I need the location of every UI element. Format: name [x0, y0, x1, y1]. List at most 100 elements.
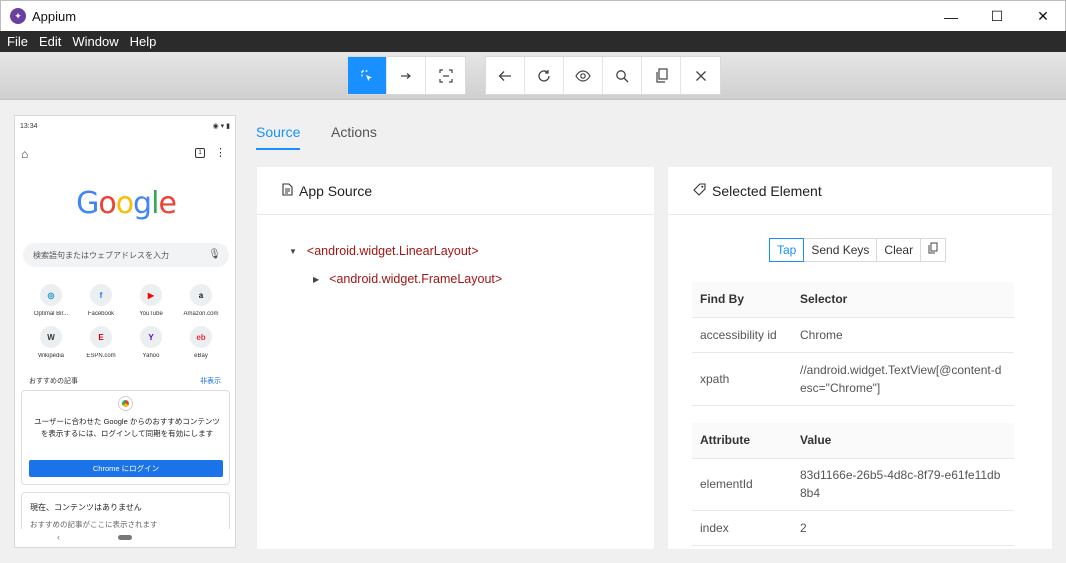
attributes-table: Attribute Value elementId 83d1166e-26b5-…: [692, 423, 1014, 546]
find-by-table: Find By Selector accessibility id Chrome…: [692, 282, 1014, 406]
find-by-key: xpath: [692, 352, 792, 406]
shortcut-tile[interactable]: ▶ YouTube: [129, 284, 173, 317]
find-by-value: //android.widget.TextView[@content-desc=…: [792, 352, 1014, 406]
shortcut-icon: E: [90, 326, 112, 348]
attribute-value: 2: [792, 510, 1014, 546]
menu-edit[interactable]: Edit: [39, 34, 61, 49]
menu-help[interactable]: Help: [130, 34, 157, 49]
select-element-icon[interactable]: [348, 57, 387, 94]
no-content-title: 現在、コンテンツはありません: [30, 503, 142, 512]
articles-label: おすすめの記事: [29, 378, 78, 385]
shortcut-tile[interactable]: ◎ Optimal Bir...: [29, 284, 73, 317]
title-bar: ✦ Appium — ☐ ✕: [0, 0, 1066, 31]
shortcut-icon: ▶: [140, 284, 162, 306]
shortcut-icon: ◎: [40, 284, 62, 306]
home-icon[interactable]: ⌂: [21, 147, 28, 161]
tree-node-framelayout[interactable]: ▶ <android.widget.FrameLayout>: [313, 272, 502, 286]
shortcut-icon: f: [90, 284, 112, 306]
hide-articles-link[interactable]: 非表示: [200, 376, 221, 386]
selector-header: Selector: [792, 282, 1014, 318]
shortcut-label: Wikipedia: [37, 353, 64, 359]
tab-actions[interactable]: Actions: [331, 124, 377, 140]
chrome-sign-in-button[interactable]: Chrome にログイン: [29, 460, 223, 477]
table-row: elementId 83d1166e-26b5-4d8c-8f79-e61fe1…: [692, 458, 1014, 511]
device-clock: 13:34: [20, 123, 38, 130]
refresh-icon[interactable]: [525, 57, 564, 94]
value-header: Value: [792, 423, 1014, 459]
shortcut-tile[interactable]: f Facebook: [79, 284, 123, 317]
attribute-key: elementId: [692, 458, 792, 511]
shortcut-label: eBay: [194, 353, 208, 359]
tree-node-label[interactable]: <android.widget.FrameLayout>: [329, 272, 502, 286]
back-icon[interactable]: [486, 57, 525, 94]
attribute-key: index: [692, 510, 792, 546]
attribute-header: Attribute: [692, 423, 792, 459]
search-icon[interactable]: [603, 57, 642, 94]
file-icon: [282, 182, 293, 199]
close-window-button[interactable]: ✕: [1020, 1, 1066, 32]
swipe-icon[interactable]: [387, 57, 426, 94]
appium-logo-icon: ✦: [10, 8, 26, 24]
table-row: index 2: [692, 510, 1014, 546]
table-header-row: Attribute Value: [692, 423, 1014, 459]
tap-button[interactable]: Tap: [769, 238, 805, 262]
maximize-button[interactable]: ☐: [974, 1, 1020, 32]
find-by-value: Chrome: [792, 317, 1014, 353]
element-actions-group: Tap Send Keys Clear: [769, 238, 947, 262]
chrome-icon: [119, 397, 132, 410]
app-source-panel: App Source ▼ <android.widget.LinearLayou…: [257, 167, 654, 549]
device-back-icon[interactable]: ‹: [57, 532, 60, 542]
table-header-row: Find By Selector: [692, 282, 1014, 318]
app-source-header: App Source: [257, 167, 654, 215]
sign-in-card: ユーザーに合わせた Google からのおすすめコンテンツを表示するには、ログイ…: [21, 390, 230, 485]
device-nav-bar: ‹: [15, 529, 235, 547]
copy-icon: [928, 242, 938, 254]
more-menu-icon[interactable]: ⋮: [215, 146, 226, 159]
shortcut-label: Facebook: [87, 311, 115, 317]
tag-icon: [693, 182, 706, 199]
quit-session-icon[interactable]: [681, 57, 720, 94]
table-row: accessibility id Chrome: [692, 317, 1014, 353]
menu-file[interactable]: File: [7, 34, 28, 49]
shortcut-tile[interactable]: W Wikipedia: [29, 326, 73, 359]
tree-node-linearlayout[interactable]: ▼ <android.widget.LinearLayout>: [289, 244, 479, 258]
google-logo: Google: [76, 186, 177, 221]
caret-right-icon[interactable]: ▶: [313, 275, 319, 284]
shortcut-label: ESPN.com: [86, 353, 116, 359]
send-keys-button[interactable]: Send Keys: [804, 239, 878, 261]
interaction-mode-group: [347, 56, 466, 95]
copy-attributes-button[interactable]: [921, 239, 946, 261]
window-title: Appium: [32, 9, 77, 24]
shortcut-icon: eb: [190, 326, 212, 348]
shortcut-tile[interactable]: Y Yahoo: [129, 326, 173, 359]
caret-down-icon[interactable]: ▼: [289, 247, 297, 256]
shortcut-icon: Y: [140, 326, 162, 348]
shortcut-label: Yahoo: [142, 353, 160, 359]
device-screenshot[interactable]: 13:34 ◉ ▾ ▮ ⌂ 1 ⋮ Google 検索語句またはウェブアドレスを…: [14, 115, 236, 548]
shortcut-label: YouTube: [139, 311, 163, 317]
clear-button[interactable]: Clear: [877, 239, 922, 261]
device-search-box[interactable]: 検索語句またはウェブアドレスを入力 🎙: [23, 243, 229, 267]
minimize-button[interactable]: —: [928, 1, 974, 32]
device-status-icons: ◉ ▾ ▮: [212, 123, 230, 130]
selected-element-title: Selected Element: [712, 182, 822, 199]
sign-in-text: ユーザーに合わせた Google からのおすすめコンテンツを表示するには、ログイ…: [34, 417, 220, 438]
tree-node-label[interactable]: <android.widget.LinearLayout>: [307, 244, 479, 258]
shortcut-tile[interactable]: a Amazon.com: [179, 284, 223, 317]
selected-element-panel: Selected Element Tap Send Keys Clear Fin…: [668, 167, 1052, 549]
copy-icon[interactable]: [642, 57, 681, 94]
attribute-value: 83d1166e-26b5-4d8c-8f79-e61fe11db8b4: [792, 458, 1014, 511]
menu-window[interactable]: Window: [72, 34, 118, 49]
eye-icon[interactable]: [564, 57, 603, 94]
tab-source[interactable]: Source: [256, 124, 300, 140]
tabs-icon[interactable]: 1: [195, 148, 205, 158]
mic-icon[interactable]: 🎙: [208, 249, 221, 260]
tap-coordinates-icon[interactable]: [426, 57, 465, 94]
device-home-pill[interactable]: [118, 535, 132, 540]
shortcut-label: Optimal Bir...: [33, 311, 69, 317]
shortcut-tile[interactable]: E ESPN.com: [79, 326, 123, 359]
shortcut-tile[interactable]: eb eBay: [179, 326, 223, 359]
shortcut-label: Amazon.com: [183, 311, 219, 317]
table-row: xpath //android.widget.TextView[@content…: [692, 352, 1014, 406]
shortcut-icon: W: [40, 326, 62, 348]
